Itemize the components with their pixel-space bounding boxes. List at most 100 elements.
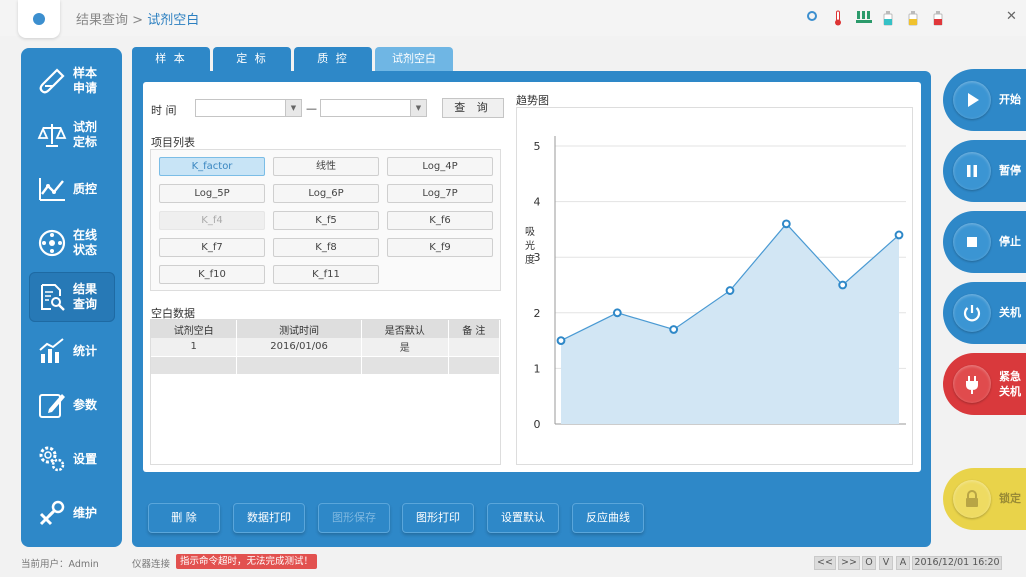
sidebar-item-qc[interactable]: 质控 <box>29 164 115 214</box>
item-log-4p[interactable]: Log_4P <box>387 157 493 176</box>
o-button[interactable]: O <box>862 556 876 570</box>
date-separator: — <box>306 102 317 115</box>
print-data-button[interactable]: 数据打印 <box>233 503 305 533</box>
item-k-f6[interactable]: K_f6 <box>387 211 493 230</box>
breadcrumb: 结果查询 > 试剂空白 <box>76 13 200 28</box>
item-k-f4[interactable]: K_f4 <box>159 211 265 230</box>
table-cell: 是 <box>361 338 449 357</box>
items-title: 项目列表 <box>151 136 195 149</box>
sidebar-item-sample[interactable]: 样本 申请 <box>29 56 115 106</box>
table-cell: 1 <box>151 338 238 357</box>
tab-qc[interactable]: 质 控 <box>294 47 372 71</box>
tab-sample[interactable]: 样 本 <box>132 47 210 71</box>
lock-button[interactable]: 锁定 <box>943 468 1026 530</box>
lock-icon <box>953 480 991 518</box>
save-graph-button[interactable]: 图形保存 <box>318 503 390 533</box>
column-header[interactable]: 测试时间 <box>236 320 362 338</box>
sidebar-item-maintain[interactable]: 维护 <box>29 488 115 538</box>
data-point <box>894 230 904 240</box>
table-row[interactable]: 1 2016/01/06 是 <box>151 338 501 357</box>
sidebar-item-params[interactable]: 参数 <box>29 380 115 430</box>
table-cell <box>448 338 501 357</box>
column-header[interactable]: 试剂空白 <box>151 320 238 338</box>
item-log-5p[interactable]: Log_5P <box>159 184 265 203</box>
y-axis-label: 光 <box>525 239 535 252</box>
rotor-icon <box>38 229 66 257</box>
sidebar-item-label: 样本 申请 <box>73 66 98 95</box>
item-k-f11[interactable]: K_f11 <box>273 265 379 284</box>
scale-icon <box>37 124 67 147</box>
datetime: 2016/12/01 16:20 <box>912 556 1002 570</box>
y-tick-label: 2 <box>534 307 541 320</box>
play-icon <box>953 81 991 119</box>
content-panel: 时 间 ▼ — ▼ 查 询 项目列表 K_factor 线性 Log_4P Lo… <box>143 82 921 472</box>
breadcrumb-parent[interactable]: 结果查询 <box>76 13 128 28</box>
chart-title: 趋势图 <box>516 94 549 107</box>
item-k-f8[interactable]: K_f8 <box>273 238 379 257</box>
item-log-6p[interactable]: Log_6P <box>273 184 379 203</box>
item-k-factor[interactable]: K_factor <box>159 157 265 176</box>
delete-button[interactable]: 删 除 <box>148 503 220 533</box>
set-default-button[interactable]: 设置默认 <box>487 503 559 533</box>
sidebar-item-label: 试剂 定标 <box>73 120 98 149</box>
table-row[interactable] <box>151 356 501 375</box>
sidebar-item-stats[interactable]: 统计 <box>29 326 115 376</box>
sidebar-item-settings[interactable]: 设置 <box>29 434 115 484</box>
table-cell: 2016/01/06 <box>236 338 362 357</box>
column-header[interactable]: 是否默认 <box>361 320 449 338</box>
item-linear[interactable]: 线性 <box>273 157 379 176</box>
bar-chart-icon <box>39 338 64 363</box>
date-to-select[interactable]: ▼ <box>320 99 427 117</box>
item-k-f5[interactable]: K_f5 <box>273 211 379 230</box>
date-from-select[interactable]: ▼ <box>195 99 302 117</box>
item-k-f10[interactable]: K_f10 <box>159 265 265 284</box>
query-button[interactable]: 查 询 <box>442 98 504 118</box>
breadcrumb-current: 试剂空白 <box>147 13 200 28</box>
close-icon[interactable]: ✕ <box>1006 9 1017 24</box>
sidebar: 样本 申请 试剂 定标 质控 在线 状态 结果 查询 统计 参数 设置 维护 <box>21 48 122 547</box>
chevron-down-icon[interactable]: ▼ <box>285 100 301 116</box>
chart-line-icon <box>39 178 65 201</box>
sidebar-item-results[interactable]: 结果 查询 <box>29 272 115 322</box>
document-search-icon <box>41 284 65 311</box>
stop-button[interactable]: 停止 <box>943 211 1026 273</box>
reaction-curve-button[interactable]: 反应曲线 <box>572 503 644 533</box>
stop-icon <box>953 223 991 261</box>
pause-button[interactable]: 暂停 <box>943 140 1026 202</box>
sidebar-item-calibration[interactable]: 试剂 定标 <box>29 110 115 160</box>
data-point <box>725 286 735 295</box>
item-k-f9[interactable]: K_f9 <box>387 238 493 257</box>
sidebar-item-online[interactable]: 在线 状态 <box>29 218 115 268</box>
sidebar-item-label: 质控 <box>73 181 98 196</box>
y-tick-label: 1 <box>534 362 541 375</box>
thermometer-icon <box>833 10 843 29</box>
y-axis-label: 度 <box>525 253 535 266</box>
emergency-shutdown-button[interactable]: 紧急 关机 <box>943 353 1026 415</box>
item-k-f7[interactable]: K_f7 <box>159 238 265 257</box>
table-header: 试剂空白 测试时间 是否默认 备 注 <box>151 320 501 338</box>
data-point <box>838 280 848 290</box>
plug-icon <box>953 365 991 403</box>
item-log-7p[interactable]: Log_7P <box>387 184 493 203</box>
trend-chart: 012345吸光度 <box>516 107 913 465</box>
prev-page-button[interactable]: << <box>814 556 836 570</box>
a-button[interactable]: A <box>896 556 910 570</box>
shutdown-button[interactable]: 关机 <box>943 282 1026 344</box>
y-tick-label: 0 <box>534 418 541 431</box>
start-button[interactable]: 开始 <box>943 69 1026 131</box>
tab-calibration[interactable]: 定 标 <box>213 47 291 71</box>
print-graph-button[interactable]: 图形打印 <box>402 503 474 533</box>
column-header[interactable]: 备 注 <box>448 320 501 338</box>
data-point <box>669 325 679 334</box>
next-page-button[interactable]: >> <box>838 556 860 570</box>
y-axis-label: 吸 <box>525 227 535 238</box>
bottle-cyan-icon <box>882 10 894 29</box>
v-button[interactable]: V <box>879 556 893 570</box>
tab-reagent-blank[interactable]: 试剂空白 <box>375 47 453 73</box>
app-logo <box>18 0 60 38</box>
gears-icon <box>39 446 65 472</box>
data-point <box>612 308 622 318</box>
sidebar-item-label: 结果 查询 <box>73 282 98 311</box>
status-ring-icon <box>806 10 818 25</box>
chevron-down-icon[interactable]: ▼ <box>410 100 426 116</box>
